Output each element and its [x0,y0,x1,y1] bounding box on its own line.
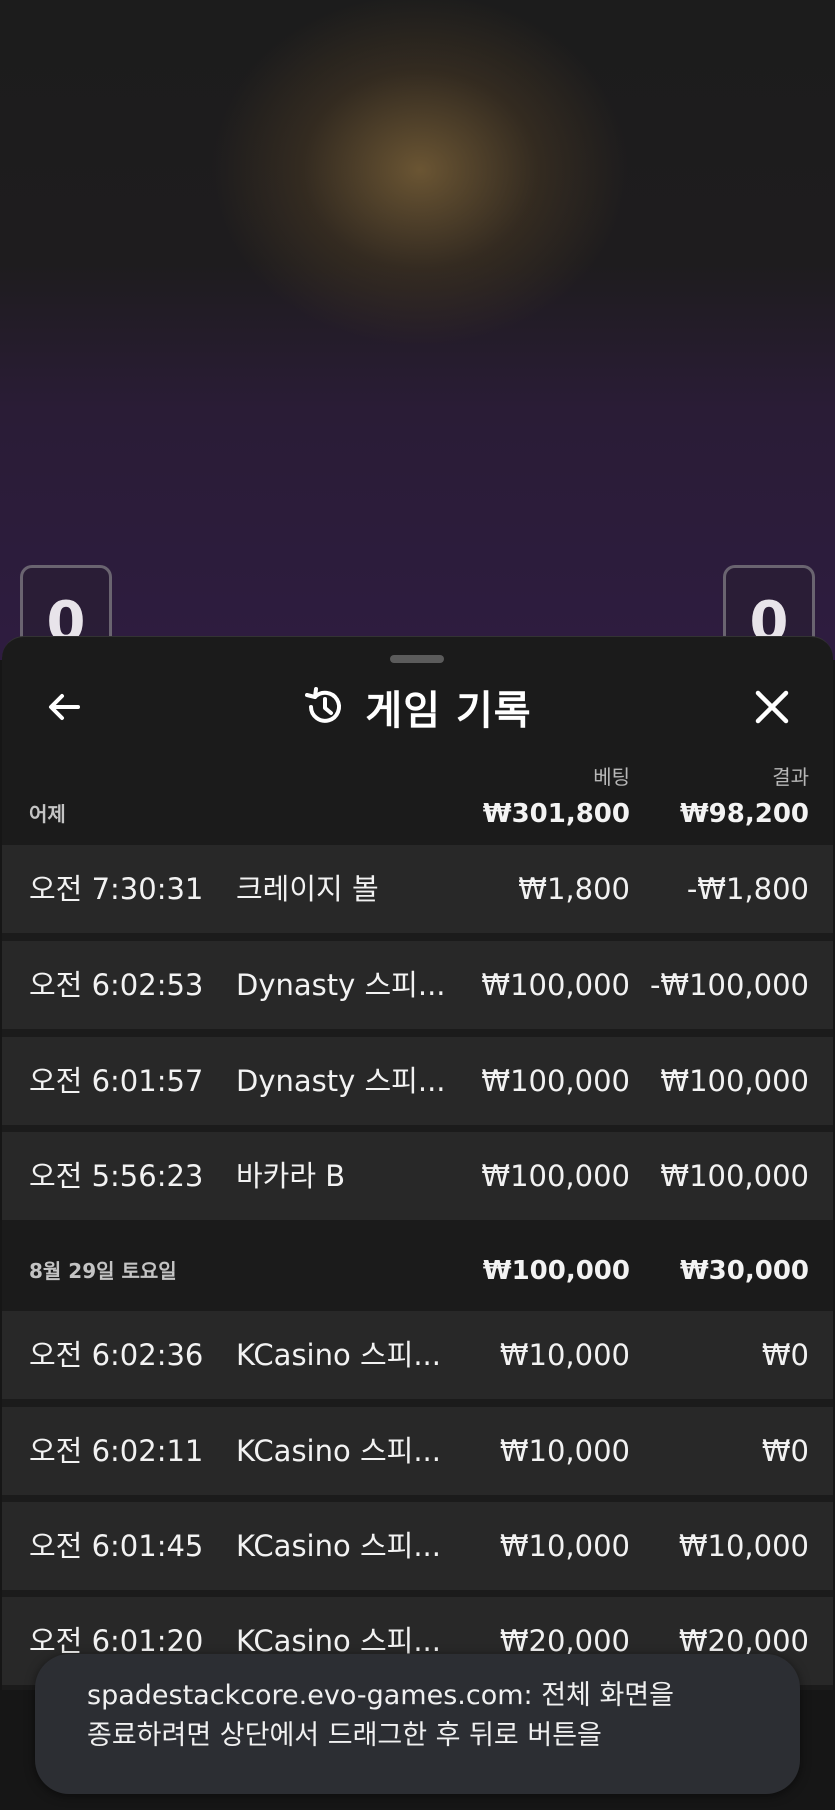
history-row[interactable]: 오전 6:02:53 Dynasty 스피... ₩100,000 -₩100,… [2,941,833,1029]
group-label: 8월 29일 토요일 [29,1259,177,1283]
page-title: 게임 기록 [365,688,532,734]
row-bet: ₩10,000 [499,1434,630,1468]
group-bet-total: ₩301,800 [482,799,630,829]
history-row[interactable]: 오전 6:01:45 KCasino 스피... ₩10,000 ₩10,000 [2,1502,833,1590]
row-bet: ₩10,000 [499,1529,630,1563]
row-time: 오전 6:02:11 [29,1434,204,1468]
row-bet: ₩100,000 [481,1064,630,1098]
row-result: ₩0 [761,1338,809,1372]
history-row[interactable]: 오전 6:02:36 KCasino 스피... ₩10,000 ₩0 [2,1311,833,1399]
row-time: 오전 6:02:53 [29,968,204,1002]
row-result: -₩100,000 [649,968,809,1002]
row-result: ₩100,000 [660,1064,809,1098]
row-game: Dynasty 스피... [236,1064,446,1098]
game-history-sheet: 게임 기록 베팅 결과 어제 ₩301,800 ₩98,200 오전 7:30:… [2,636,833,1810]
row-bet: ₩100,000 [481,968,630,1002]
row-time: 오전 6:01:57 [29,1064,204,1098]
toast-line-2: 종료하려면 상단에서 드래그한 후 뒤로 버튼을 [87,1720,602,1751]
history-row[interactable]: 오전 6:01:57 Dynasty 스피... ₩100,000 ₩100,0… [2,1037,833,1125]
row-time: 오전 7:30:31 [29,872,204,906]
row-time: 오전 6:01:45 [29,1529,204,1563]
game-video-background [0,0,835,660]
row-result: -₩1,800 [686,872,809,906]
history-row[interactable]: 오전 7:30:31 크레이지 볼 ₩1,800 -₩1,800 [2,845,833,933]
group-result-total: ₩30,000 [679,1256,809,1286]
header: 게임 기록 [2,681,833,734]
row-result: ₩10,000 [678,1529,809,1563]
row-game: 크레이지 볼 [236,872,379,906]
row-bet: ₩100,000 [481,1159,630,1193]
row-game: KCasino 스피... [236,1338,441,1372]
row-result: ₩100,000 [660,1159,809,1193]
row-result: ₩0 [761,1434,809,1468]
row-bet: ₩1,800 [518,872,630,906]
row-time: 오전 5:56:23 [29,1159,204,1193]
group-result-total: ₩98,200 [679,799,809,829]
group-bet-total: ₩100,000 [482,1256,630,1286]
row-game: 바카라 B [236,1159,346,1193]
history-row[interactable]: 오전 5:56:23 바카라 B ₩100,000 ₩100,000 [2,1132,833,1220]
history-icon [305,687,342,723]
close-icon [755,690,789,724]
group-header-yesterday: 어제 ₩301,800 ₩98,200 [2,785,833,839]
drag-handle[interactable] [390,655,444,663]
row-bet: ₩10,000 [499,1338,630,1372]
history-row[interactable]: 오전 6:02:11 KCasino 스피... ₩10,000 ₩0 [2,1407,833,1495]
row-game: KCasino 스피... [236,1529,441,1563]
fullscreen-toast: spadestackcore.evo-games.com: 전체 화면을 종료하… [35,1654,800,1794]
row-game: Dynasty 스피... [236,968,446,1002]
group-header-date: 8월 29일 토요일 ₩100,000 ₩30,000 [2,1242,833,1296]
close-button[interactable] [750,685,794,729]
row-game: KCasino 스피... [236,1434,441,1468]
group-label: 어제 [29,802,66,826]
toast-line-1: spadestackcore.evo-games.com: 전체 화면을 [87,1680,674,1711]
row-time: 오전 6:02:36 [29,1338,204,1372]
